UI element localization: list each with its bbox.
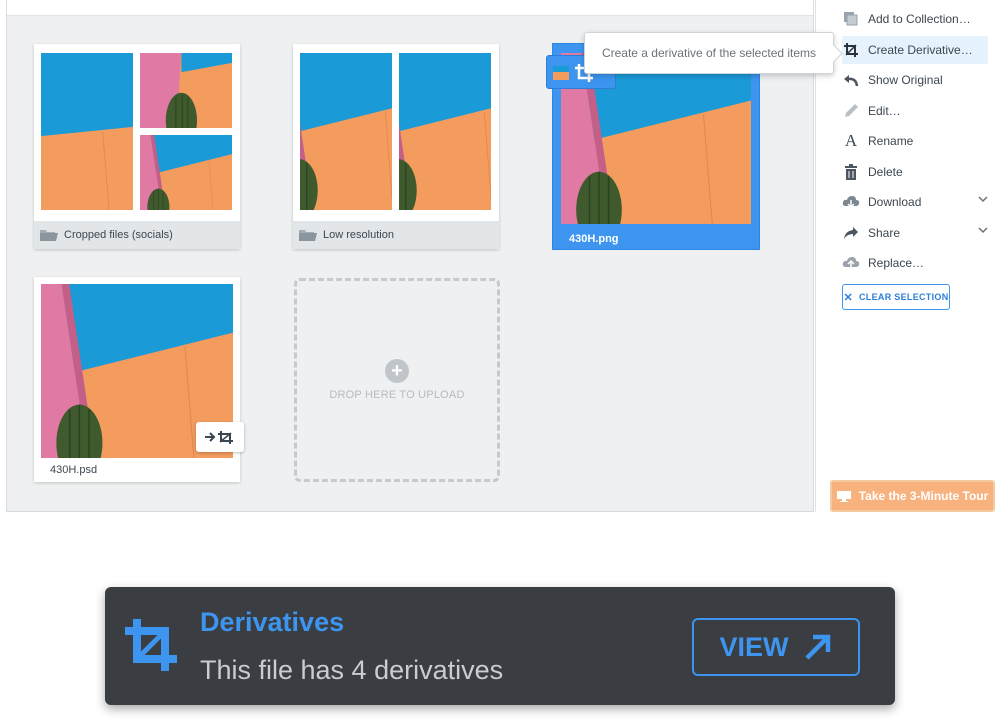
folder-name: Cropped files (socials)	[64, 229, 173, 241]
menu-label: Download	[868, 195, 922, 209]
dropzone-text: DROP HERE TO UPLOAD	[329, 389, 465, 401]
external-arrow-icon	[804, 634, 830, 660]
menu-delete[interactable]: Delete	[842, 158, 988, 186]
share-arrow-icon	[842, 224, 860, 242]
actions-sidebar: Add to Collection… Create Derivative… Sh…	[815, 0, 1000, 512]
menu-label: Share	[868, 226, 901, 240]
menu-replace[interactable]: Replace…	[842, 249, 988, 277]
folder-card-low-res[interactable]: Low resolution	[293, 44, 499, 249]
pencil-icon	[842, 102, 860, 120]
folder-thumb-top-right	[140, 53, 232, 128]
folder-thumb-bottom-right	[140, 135, 232, 210]
derivative-arrow-crop-icon	[205, 431, 233, 444]
notification-body: This file has 4 derivatives	[200, 655, 504, 685]
menu-label: Rename	[868, 134, 914, 148]
folder-thumb-right	[399, 53, 491, 210]
view-label: VIEW	[719, 631, 789, 662]
menu-label: Replace…	[868, 256, 925, 270]
menu-label: Edit…	[868, 104, 901, 118]
crop-icon	[125, 619, 177, 671]
menu-edit[interactable]: Edit…	[842, 97, 988, 125]
text-a-icon: A	[844, 131, 858, 150]
menu-show-original[interactable]: Show Original	[842, 66, 988, 94]
plus-icon: +	[385, 359, 409, 383]
file-card-430h-psd[interactable]: 430H.psd	[34, 277, 244, 482]
tour-button[interactable]: Take the 3-Minute Tour	[830, 480, 995, 512]
clear-selection-label: CLEAR SELECTION	[859, 292, 949, 302]
menu-label: Add to Collection…	[868, 12, 971, 26]
asset-grid-panel: Cropped files (socials) Low resolution 4…	[6, 0, 814, 512]
menu-share[interactable]: Share	[842, 219, 988, 247]
folder-thumb-main	[41, 53, 133, 210]
menu-label: Create Derivative…	[868, 43, 973, 57]
folder-card-cropped[interactable]: Cropped files (socials)	[34, 44, 240, 249]
collection-icon	[842, 10, 860, 28]
derivatives-notification: Derivatives This file has 4 derivatives …	[105, 587, 895, 705]
chevron-down-icon[interactable]	[978, 196, 988, 203]
tour-label: Take the 3-Minute Tour	[858, 489, 989, 503]
derivative-badge[interactable]	[196, 422, 244, 452]
view-button[interactable]: VIEW	[692, 618, 860, 676]
cloud-upload-icon	[842, 254, 860, 272]
menu-label: Delete	[868, 165, 903, 179]
folder-label: Low resolution	[293, 221, 499, 249]
menu-label: Show Original	[868, 73, 943, 87]
file-name: 430H.png	[569, 233, 619, 245]
back-arrow-icon	[842, 71, 860, 89]
menu-download[interactable]: Download	[842, 188, 988, 216]
clear-selection-button[interactable]: ✕ CLEAR SELECTION	[842, 284, 950, 310]
chevron-down-icon[interactable]	[978, 227, 988, 234]
folder-thumb-left	[300, 53, 392, 210]
menu-create-derivative[interactable]: Create Derivative…	[842, 36, 988, 64]
top-toolbar	[7, 0, 813, 16]
folder-label: Cropped files (socials)	[34, 221, 240, 249]
cloud-download-icon	[842, 193, 860, 211]
folder-icon	[40, 229, 58, 242]
notification-title: Derivatives	[200, 607, 345, 637]
upload-dropzone[interactable]: + DROP HERE TO UPLOAD	[294, 278, 500, 482]
folder-icon	[299, 229, 317, 242]
folder-name: Low resolution	[323, 229, 394, 241]
menu-add-to-collection[interactable]: Add to Collection…	[842, 5, 988, 33]
close-icon: ✕	[843, 291, 853, 304]
tooltip: Create a derivative of the selected item…	[584, 32, 834, 74]
file-name: 430H.psd	[50, 464, 98, 476]
trash-icon	[842, 163, 860, 181]
monitor-icon	[836, 490, 851, 502]
crop-icon	[842, 41, 860, 59]
menu-rename[interactable]: A Rename	[842, 127, 988, 155]
